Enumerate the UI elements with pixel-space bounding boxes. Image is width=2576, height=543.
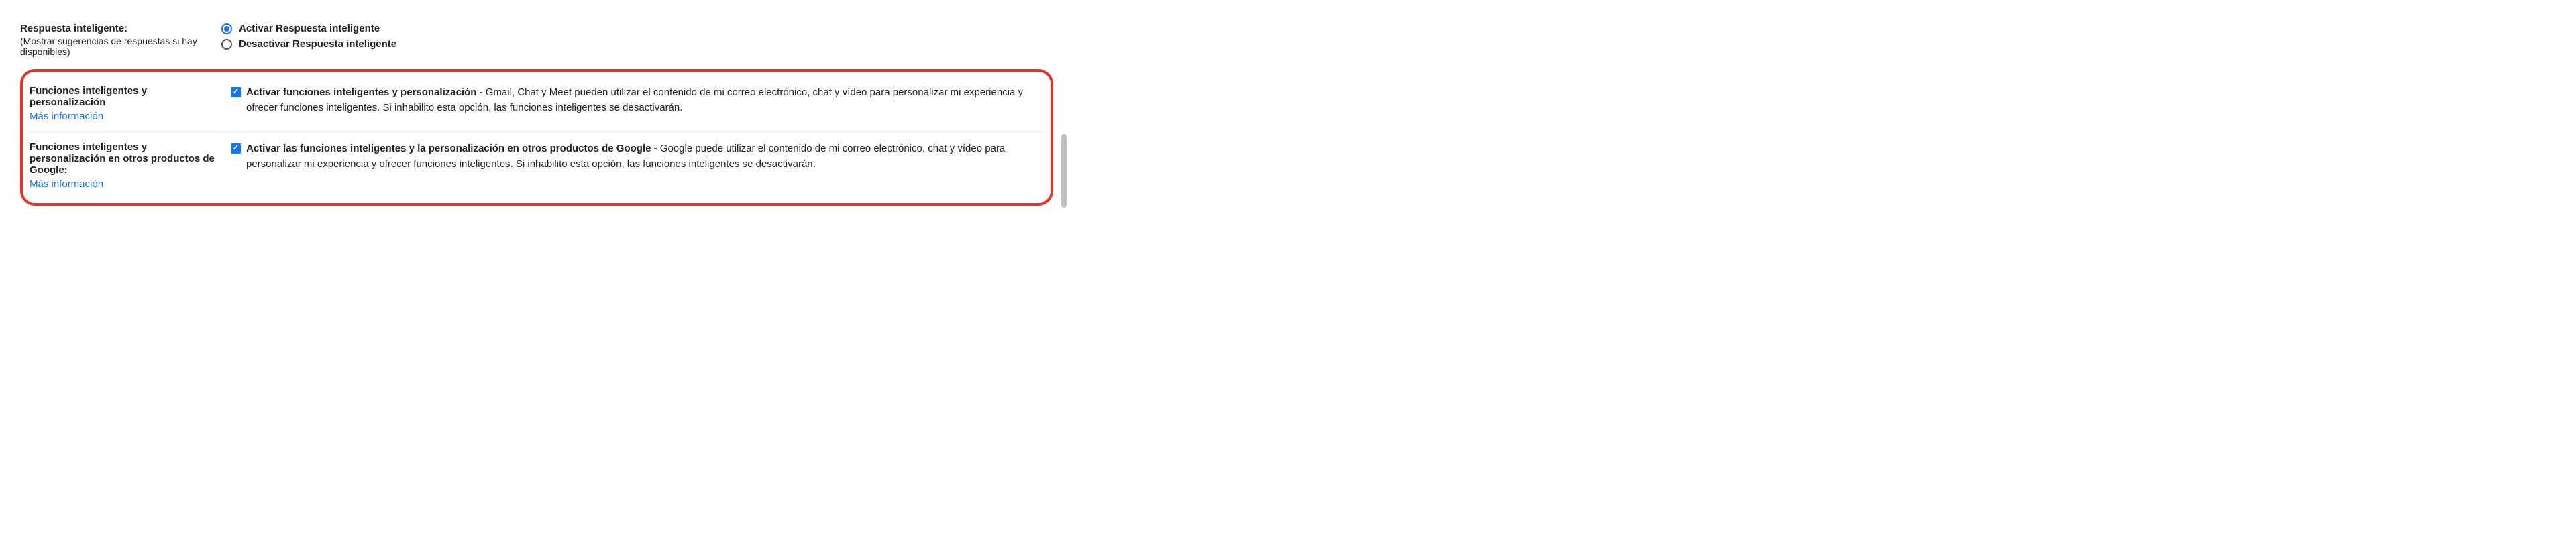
smart-reply-disable-option[interactable]: Desactivar Respuesta inteligente: [221, 38, 1053, 50]
smart-features-other-text: Activar las funciones inteligentes y la …: [246, 141, 1044, 172]
smart-features-text: Activar funciones inteligentes y persona…: [246, 85, 1044, 115]
smart-reply-row: Respuesta inteligente: (Mostrar sugerenc…: [20, 13, 1053, 66]
smart-features-other-options: ✓ Activar las funciones inteligentes y l…: [231, 141, 1044, 190]
smart-features-checkbox-label: Activar funciones inteligentes y persona…: [246, 86, 486, 98]
smart-features-other-more-info-link[interactable]: Más información: [30, 178, 225, 190]
smart-features-other-row: Funciones inteligentes y personalización…: [30, 131, 1044, 199]
smart-features-options: ✓ Activar funciones inteligentes y perso…: [231, 85, 1044, 122]
smart-reply-disable-label: Desactivar Respuesta inteligente: [239, 38, 396, 50]
smart-features-label-col: Funciones inteligentes y personalización…: [30, 85, 231, 122]
check-icon: ✓: [233, 88, 239, 96]
smart-reply-enable-option[interactable]: Activar Respuesta inteligente: [221, 23, 1053, 34]
smart-features-other-title: Funciones inteligentes y personalización…: [30, 141, 215, 176]
smart-reply-label-col: Respuesta inteligente: (Mostrar sugerenc…: [20, 23, 221, 57]
smart-features-other-checkbox-line: ✓ Activar las funciones inteligentes y l…: [231, 141, 1044, 172]
check-icon: ✓: [233, 145, 239, 152]
scrollbar-track[interactable]: [1061, 87, 1067, 221]
smart-reply-title: Respuesta inteligente:: [20, 23, 127, 34]
smart-features-checkbox[interactable]: ✓: [231, 87, 241, 97]
smart-features-more-info-link[interactable]: Más información: [30, 111, 225, 122]
smart-features-other-label-col: Funciones inteligentes y personalización…: [30, 141, 231, 190]
smart-reply-options: Activar Respuesta inteligente Desactivar…: [221, 23, 1053, 57]
radio-unchecked-icon[interactable]: [221, 39, 232, 50]
smart-features-title: Funciones inteligentes y personalización: [30, 85, 147, 108]
smart-features-checkbox-line: ✓ Activar funciones inteligentes y perso…: [231, 85, 1044, 115]
smart-features-row: Funciones inteligentes y personalización…: [30, 76, 1044, 131]
smart-features-other-checkbox[interactable]: ✓: [231, 143, 241, 154]
smart-reply-subtitle: (Mostrar sugerencias de respuestas si ha…: [20, 36, 216, 57]
smart-features-other-checkbox-label: Activar las funciones inteligentes y la …: [246, 143, 660, 154]
radio-checked-icon[interactable]: [221, 23, 232, 34]
scrollbar-thumb[interactable]: [1061, 134, 1067, 208]
smart-reply-enable-label: Activar Respuesta inteligente: [239, 23, 380, 34]
highlight-region: Funciones inteligentes y personalización…: [20, 69, 1053, 206]
